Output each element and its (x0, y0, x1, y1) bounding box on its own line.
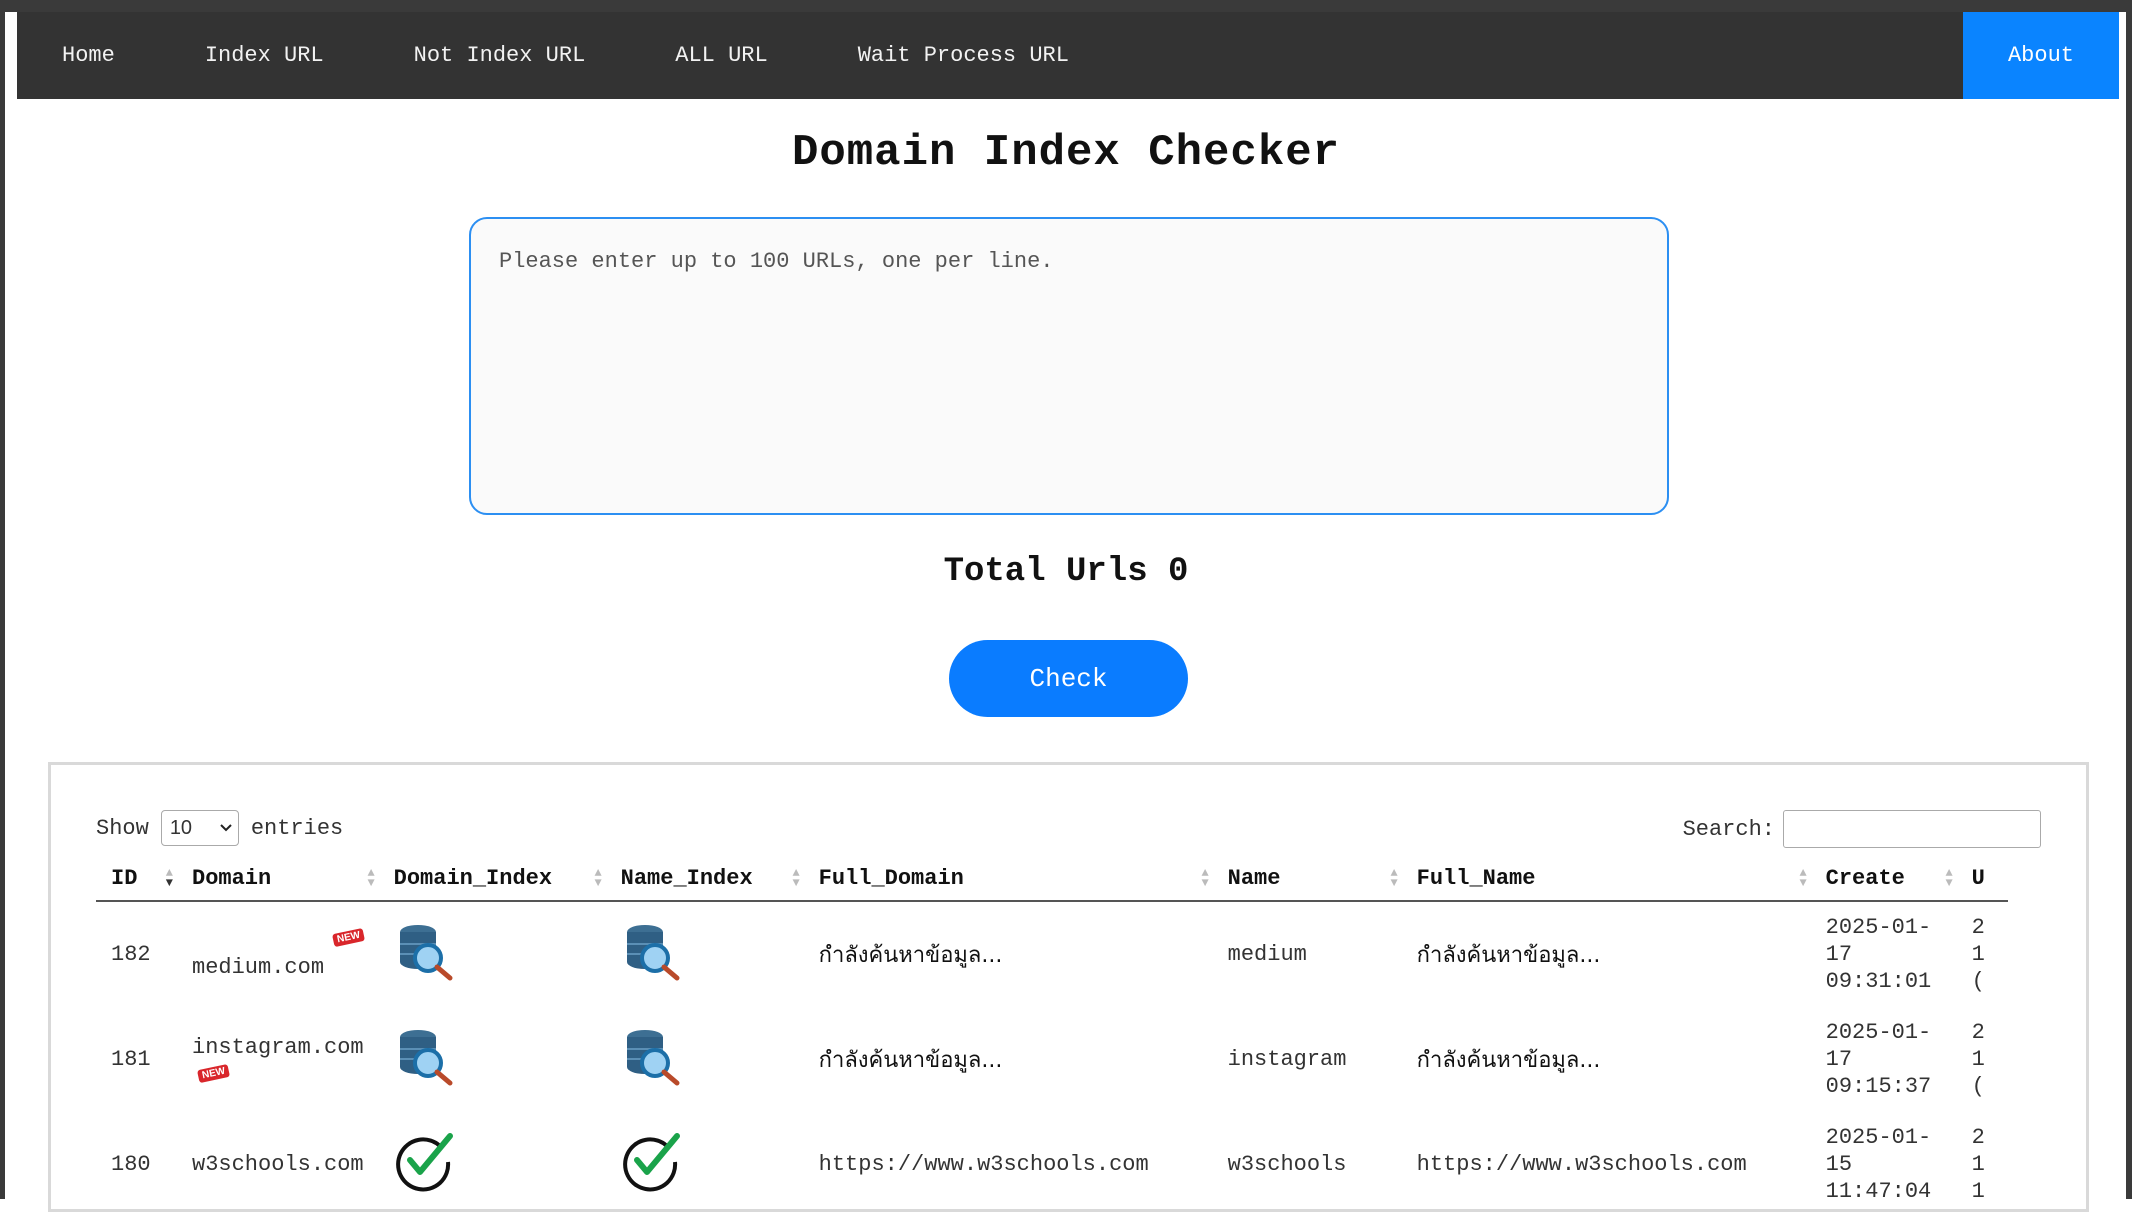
top-navbar: Home Index URL Not Index URL ALL URL Wai… (17, 12, 2119, 99)
cell-full-name: https://www.w3schools.com (1416, 1152, 1747, 1177)
entries-select[interactable]: 10 (160, 810, 239, 846)
nav-index-url[interactable]: Index URL (160, 12, 369, 99)
col-name-index[interactable]: Name_Index ▲ ▼ (605, 856, 804, 902)
nav-not-index-url[interactable]: Not Index URL (369, 12, 631, 99)
sort-icon: ▲ ▼ (792, 866, 800, 890)
green-check-icon (395, 1133, 453, 1192)
table-row: 182 medium.com NEW กำลังค้นหาข้อมูล... m… (96, 901, 2008, 1007)
cell-name: instagram (1227, 1047, 1347, 1072)
col-domain-index[interactable]: Domain_Index ▲ ▼ (378, 856, 606, 902)
col-full-domain[interactable]: Full_Domain ▲ ▼ (803, 856, 1213, 902)
table-row: 181 instagram.com NEW กำลังค้นหาข้อมูล..… (96, 1007, 2008, 1112)
domain-text: instagram.com (192, 1035, 364, 1060)
col-id[interactable]: ID ▲ ▼ (96, 856, 177, 902)
table-row: 180 w3schools.com https://www.w3schools.… (96, 1112, 2008, 1199)
sort-desc-icon: ▲ ▼ (165, 866, 173, 890)
cell-create: 2025-01- 15 11:47:04 (1825, 1125, 1932, 1199)
cell-domain-index (379, 901, 606, 1007)
col-name[interactable]: Name ▲ ▼ (1212, 856, 1402, 902)
sort-icon: ▲ ▼ (594, 866, 602, 890)
nav-home[interactable]: Home (17, 12, 160, 99)
cell-full-domain: กำลังค้นหาข้อมูล... (818, 943, 1003, 968)
cell-updated: 2 1( (1971, 1020, 1985, 1099)
col-create[interactable]: Create ▲ ▼ (1810, 856, 1957, 902)
table-search: Search: (1683, 810, 2041, 848)
searching-db-icon (399, 925, 453, 981)
cell-domain: instagram.com NEW (177, 1007, 379, 1112)
sort-icon: ▲ ▼ (367, 866, 375, 890)
col-updated[interactable]: U (1956, 856, 2008, 902)
entries-length-control: Show 10 entries (96, 810, 343, 846)
check-button[interactable]: Check (949, 640, 1188, 717)
results-table: ID ▲ ▼ Domain ▲ ▼ Domain_Index ▲ ▼ Name_Index ▲… (96, 856, 2008, 1199)
searching-db-icon (399, 1030, 453, 1086)
sort-icon: ▲ ▼ (1201, 866, 1209, 890)
total-urls-counter: Total Urls 0 (943, 553, 1189, 591)
entries-select-value: 10 (169, 816, 193, 839)
cell-id: 182 (111, 942, 151, 967)
col-domain[interactable]: Domain ▲ ▼ (177, 856, 379, 902)
cell-name: w3schools (1227, 1152, 1347, 1177)
cell-updated: 211 (1971, 1125, 1985, 1199)
cell-id: 181 (111, 1047, 151, 1072)
cell-full-domain: กำลังค้นหาข้อมูล... (818, 1048, 1003, 1073)
nav-all-url[interactable]: ALL URL (630, 12, 812, 99)
sort-icon: ▲ ▼ (1390, 866, 1398, 890)
cell-domain: medium.com NEW (177, 901, 379, 1007)
sort-icon: ▲ ▼ (1799, 866, 1807, 890)
page-title: Domain Index Checker (791, 128, 1341, 178)
cell-full-name: กำลังค้นหาข้อมูล... (1416, 1048, 1601, 1073)
chevron-down-icon (220, 824, 232, 832)
nav-about[interactable]: About (1962, 12, 2119, 99)
entries-label: entries (250, 815, 344, 841)
nav-wait-process-url[interactable]: Wait Process URL (813, 12, 1114, 99)
cell-domain-index (379, 1007, 606, 1112)
new-badge-icon: NEW (196, 1063, 231, 1084)
cell-updated: 2 1( (1971, 915, 1985, 994)
cell-id: 180 (111, 1152, 151, 1177)
cell-domain-index (379, 1112, 606, 1199)
cell-full-name: กำลังค้นหาข้อมูล... (1416, 943, 1601, 968)
searching-db-icon (626, 925, 680, 981)
cell-create: 2025-01- 17 09:15:37 (1825, 1020, 1932, 1099)
new-badge-icon: NEW (331, 927, 366, 948)
cell-name-index (606, 1007, 804, 1112)
results-table-wrapper: ID ▲ ▼ Domain ▲ ▼ Domain_Index ▲ ▼ Name_Index ▲… (96, 856, 2040, 1199)
col-full-name[interactable]: Full_Name ▲ ▼ (1401, 856, 1811, 902)
url-input-textarea[interactable] (469, 217, 1669, 515)
sort-icon: ▲ ▼ (1945, 866, 1953, 890)
green-check-icon (622, 1133, 680, 1192)
cell-create: 2025-01- 17 09:31:01 (1825, 915, 1932, 994)
cell-name-index (606, 901, 804, 1007)
cell-domain: w3schools.com (192, 1152, 364, 1177)
searching-db-icon (626, 1030, 680, 1086)
cell-name: medium (1227, 942, 1307, 967)
search-input[interactable] (1783, 810, 2041, 848)
table-header-row: ID ▲ ▼ Domain ▲ ▼ Domain_Index ▲ ▼ Name_Index ▲… (96, 856, 2008, 902)
search-label: Search: (1682, 816, 1775, 842)
domain-text: medium.com (192, 955, 325, 980)
show-label: Show (96, 815, 149, 841)
cell-name-index (606, 1112, 804, 1199)
cell-full-domain: https://www.w3schools.com (818, 1152, 1149, 1177)
